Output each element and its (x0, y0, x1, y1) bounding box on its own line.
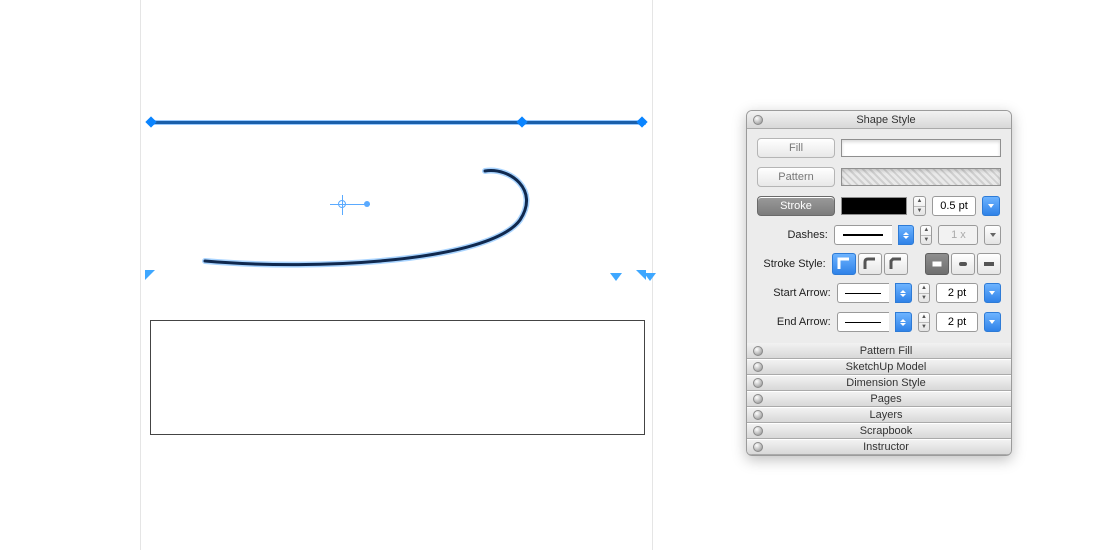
selection-handle[interactable] (644, 273, 656, 281)
section-title: Instructor (767, 441, 1005, 453)
end-arrow-well[interactable] (837, 312, 889, 332)
start-arrow-row: Start Arrow: ▲▼ 2 pt (757, 282, 1001, 304)
stroke-width-stepper[interactable]: ▲▼ (913, 196, 926, 216)
disclosure-icon (753, 426, 763, 436)
section-header-pages[interactable]: Pages (747, 391, 1011, 407)
pattern-swatch-well[interactable] (841, 168, 1001, 186)
inspector-panel: Shape Style Fill Pattern Stroke ▲▼ 0.5 p… (746, 110, 1012, 456)
stroke-color-well[interactable] (841, 197, 907, 215)
corner-round-button[interactable] (858, 253, 882, 275)
section-header-instructor[interactable]: Instructor (747, 439, 1011, 455)
start-arrow-size-field[interactable]: 2 pt (936, 283, 978, 303)
section-header-pattern-fill[interactable]: Pattern Fill (747, 343, 1011, 359)
section-header-shape-style[interactable]: Shape Style (747, 111, 1011, 129)
stroke-style-row: Stroke Style: (757, 253, 1001, 275)
dashes-label: Dashes: (757, 229, 828, 241)
section-title: Scrapbook (767, 425, 1005, 437)
start-arrow-size-dropdown[interactable] (984, 283, 1001, 303)
section-header-scrapbook[interactable]: Scrapbook (747, 423, 1011, 439)
dashes-row: Dashes: ▲▼ 1 x (757, 224, 1001, 246)
corner-style-segmented (832, 253, 908, 275)
end-arrow-dropdown[interactable] (895, 312, 912, 332)
cap-style-segmented (925, 253, 1001, 275)
disclosure-icon (753, 442, 763, 452)
disclosure-icon (753, 346, 763, 356)
disclosure-icon (753, 115, 763, 125)
curved-path-shape[interactable] (200, 165, 540, 275)
stroke-row: Stroke ▲▼ 0.5 pt (757, 195, 1001, 217)
stroke-width-dropdown[interactable] (982, 196, 1000, 216)
fill-color-well[interactable] (841, 139, 1001, 157)
section-header-dimension-style[interactable]: Dimension Style (747, 375, 1011, 391)
stroke-toggle-button[interactable]: Stroke (757, 196, 835, 216)
fill-row: Fill (757, 137, 1001, 159)
section-title: SketchUp Model (767, 361, 1005, 373)
disclosure-icon (753, 362, 763, 372)
pattern-row: Pattern (757, 166, 1001, 188)
selection-handle[interactable] (145, 270, 155, 280)
start-arrow-label: Start Arrow: (757, 287, 831, 299)
section-title: Layers (767, 409, 1005, 421)
corner-miter-button[interactable] (832, 253, 856, 275)
end-arrow-size-dropdown[interactable] (984, 312, 1001, 332)
selected-line-shape[interactable] (150, 121, 645, 124)
rectangle-shape[interactable] (150, 320, 645, 435)
end-arrow-label: End Arrow: (757, 316, 831, 328)
shape-style-body: Fill Pattern Stroke ▲▼ 0.5 pt Dashes: ▲▼… (747, 129, 1011, 343)
stroke-width-field[interactable]: 0.5 pt (932, 196, 976, 216)
start-arrow-well[interactable] (837, 283, 889, 303)
section-title: Pages (767, 393, 1005, 405)
pattern-toggle-button[interactable]: Pattern (757, 167, 835, 187)
endpoint-handle-left[interactable] (145, 116, 156, 127)
dash-scale-field[interactable]: 1 x (938, 225, 978, 245)
dash-pattern-dropdown[interactable] (898, 225, 915, 245)
stroke-style-label: Stroke Style: (757, 258, 826, 270)
start-arrow-stepper[interactable]: ▲▼ (918, 283, 930, 303)
section-title: Pattern Fill (767, 345, 1005, 357)
collapsed-sections: Pattern Fill SketchUp Model Dimension St… (747, 343, 1011, 455)
dash-pattern-well[interactable] (834, 225, 892, 245)
corner-bevel-button[interactable] (884, 253, 908, 275)
fill-toggle-button[interactable]: Fill (757, 138, 835, 158)
midpoint-handle[interactable] (516, 116, 527, 127)
end-arrow-stepper[interactable]: ▲▼ (918, 312, 930, 332)
section-title: Dimension Style (767, 377, 1005, 389)
start-arrow-dropdown[interactable] (895, 283, 912, 303)
dash-scale-stepper[interactable]: ▲▼ (920, 225, 932, 245)
dash-scale-dropdown[interactable] (984, 225, 1001, 245)
disclosure-icon (753, 394, 763, 404)
endpoint-handle-right[interactable] (636, 116, 647, 127)
cap-square-button[interactable] (977, 253, 1001, 275)
selection-handle[interactable] (610, 273, 622, 281)
end-arrow-row: End Arrow: ▲▼ 2 pt (757, 311, 1001, 333)
section-header-sketchup-model[interactable]: SketchUp Model (747, 359, 1011, 375)
end-arrow-size-field[interactable]: 2 pt (936, 312, 978, 332)
section-header-layers[interactable]: Layers (747, 407, 1011, 423)
section-title: Shape Style (767, 114, 1005, 126)
drawing-canvas[interactable] (140, 5, 650, 465)
cap-flat-button[interactable] (925, 253, 949, 275)
disclosure-icon (753, 378, 763, 388)
cap-round-button[interactable] (951, 253, 975, 275)
disclosure-icon (753, 410, 763, 420)
